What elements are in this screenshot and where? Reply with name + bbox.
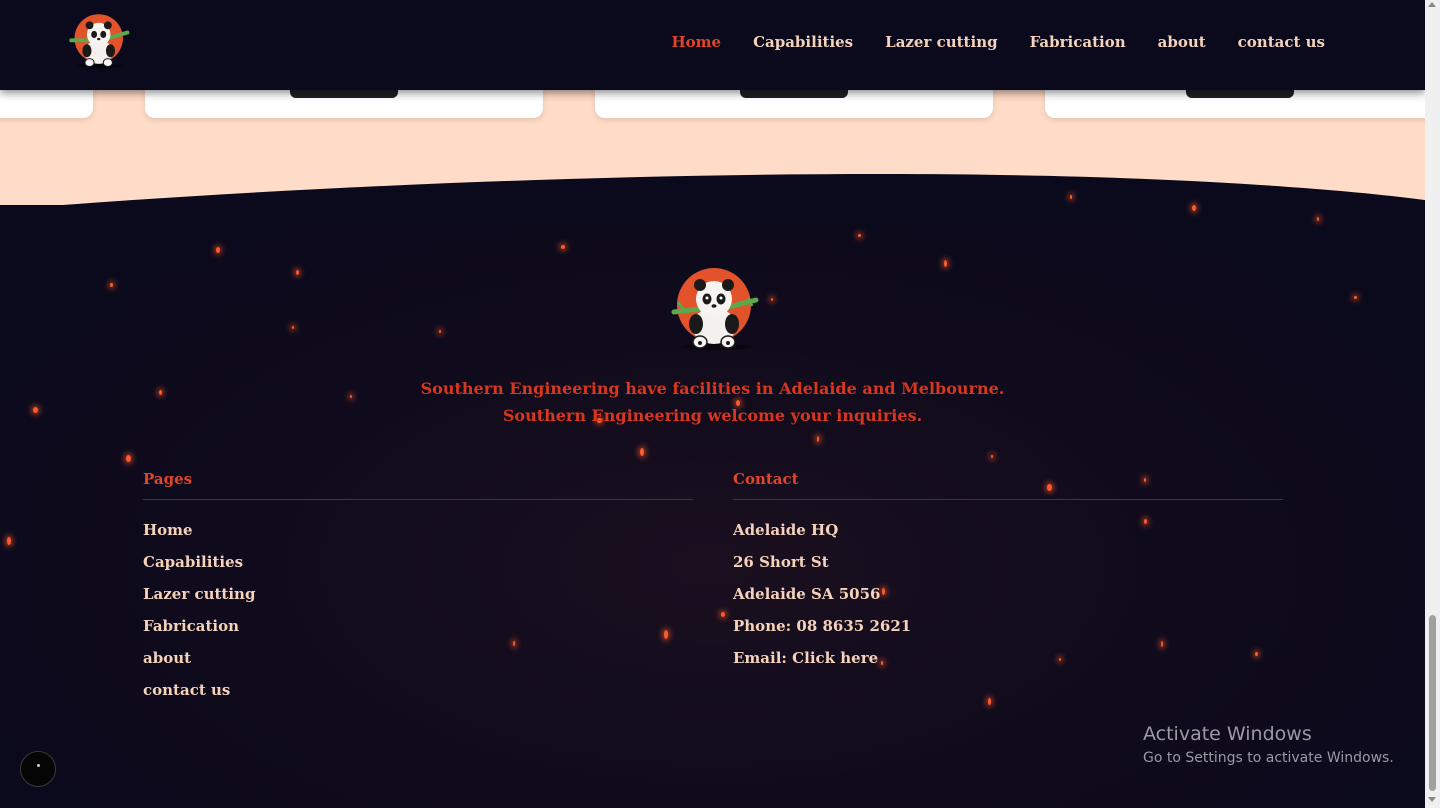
footer-link-about[interactable]: about <box>143 648 693 680</box>
divider <box>733 499 1283 500</box>
contact-phone[interactable]: Phone: 08 8635 2621 <box>733 616 1283 648</box>
footer-wave <box>0 174 1425 230</box>
pages-list: Home Capabilities Lazer cutting Fabricat… <box>143 520 693 712</box>
nav-contact-us[interactable]: contact us <box>1238 33 1325 51</box>
watermark-title: Activate Windows <box>1143 723 1312 745</box>
contact-heading: Contact <box>733 470 799 488</box>
watermark-subtitle: Go to Settings to activate Windows. <box>1143 750 1394 766</box>
nav-lazer-cutting[interactable]: Lazer cutting <box>885 33 997 51</box>
footer-link-fabrication[interactable]: Fabrication <box>143 616 693 648</box>
footer-pages-column: Pages Home Capabilities Lazer cutting Fa… <box>143 470 693 712</box>
nav-about[interactable]: about <box>1158 33 1206 51</box>
divider <box>143 499 693 500</box>
nav-home[interactable]: Home <box>671 33 721 51</box>
contact-city: Adelaide SA 5056 <box>733 585 881 603</box>
main-nav: Home Capabilities Lazer cutting Fabricat… <box>671 33 1325 51</box>
scroll-up-arrow-icon[interactable] <box>1428 2 1436 7</box>
page: Southern Engineering have facilities in … <box>0 0 1425 808</box>
footer-contact-column: Contact Adelaide HQ 26 Short St Adelaide… <box>733 470 1283 680</box>
contact-street: 26 Short St <box>733 553 829 571</box>
scroll-down-arrow-icon[interactable] <box>1428 797 1436 802</box>
contact-email-link[interactable]: Email: Click here <box>733 648 1283 680</box>
panda-logo-icon[interactable] <box>66 14 134 68</box>
pages-heading: Pages <box>143 470 193 488</box>
contact-list: Adelaide HQ 26 Short St Adelaide SA 5056… <box>733 520 1283 680</box>
footer-link-capabilities[interactable]: Capabilities <box>143 552 693 584</box>
windows-activation-watermark: Activate Windows Go to Settings to activ… <box>1143 722 1394 768</box>
footer-tagline: Southern Engineering have facilities in … <box>420 379 1005 425</box>
scrollbar-thumb[interactable] <box>1429 615 1436 791</box>
footer-link-home[interactable]: Home <box>143 520 693 552</box>
nav-capabilities[interactable]: Capabilities <box>753 33 853 51</box>
footer-link-contact-us[interactable]: contact us <box>143 680 693 712</box>
chat-bubble-icon[interactable] <box>20 751 56 787</box>
site-header: Home Capabilities Lazer cutting Fabricat… <box>0 0 1425 90</box>
contact-office-name: Adelaide HQ <box>733 521 839 539</box>
vertical-scrollbar[interactable] <box>1425 0 1440 808</box>
footer-link-lazer-cutting[interactable]: Lazer cutting <box>143 584 693 616</box>
panda-logo-icon <box>671 268 759 350</box>
nav-fabrication[interactable]: Fabrication <box>1030 33 1126 51</box>
